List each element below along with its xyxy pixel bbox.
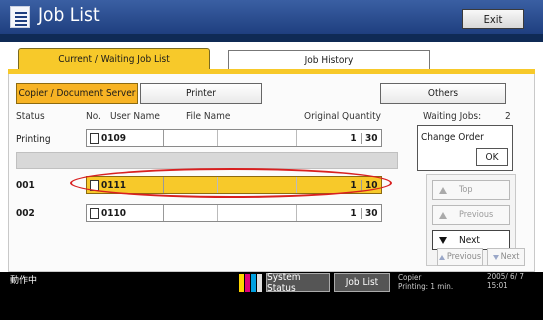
printing-time-text: Printing: 1 min. bbox=[398, 282, 454, 291]
filter-others-button[interactable]: Others bbox=[380, 83, 506, 104]
arrow-down-icon bbox=[439, 236, 447, 244]
toner-level-icon bbox=[239, 274, 262, 292]
column-header-status: Status bbox=[16, 111, 45, 122]
waiting-jobs-label: Waiting Jobs: bbox=[423, 111, 482, 122]
header-divider bbox=[0, 34, 543, 42]
previous-button[interactable]: Previous bbox=[432, 205, 510, 225]
job-number: 0110 bbox=[101, 207, 127, 219]
mode-text: Copier bbox=[398, 273, 422, 282]
document-icon bbox=[90, 207, 99, 219]
user-cell bbox=[164, 205, 218, 221]
top-button-label: Top bbox=[459, 185, 473, 195]
system-status-button[interactable]: System Status bbox=[266, 272, 330, 294]
printing-user-cell bbox=[164, 130, 218, 146]
document-icon bbox=[90, 132, 99, 144]
job-list-button[interactable]: Job List bbox=[334, 273, 390, 292]
printing-job-row: 0109 1 30 bbox=[86, 129, 382, 147]
next-button[interactable]: Next bbox=[432, 230, 510, 250]
printing-status-label: Printing bbox=[16, 134, 51, 145]
machine-status-text: 動作中 bbox=[10, 276, 38, 286]
page-previous-button[interactable]: Previous bbox=[437, 248, 483, 266]
page-previous-label: Previous bbox=[446, 252, 482, 262]
tab-job-history[interactable]: Job History bbox=[228, 50, 430, 69]
separator-bar bbox=[16, 152, 398, 169]
date-text: 2005/ 6/ 7 bbox=[487, 272, 524, 281]
job-originals: 1 bbox=[350, 207, 357, 219]
printing-quantity: 30 bbox=[365, 132, 378, 144]
waiting-jobs-count: 2 bbox=[505, 111, 511, 122]
job-row[interactable]: 0110 1 30 bbox=[86, 204, 382, 222]
job-quantity: 30 bbox=[365, 207, 378, 219]
tab-current-waiting-job-list[interactable]: Current / Waiting Job List bbox=[18, 48, 210, 69]
page-title: Job List bbox=[38, 4, 100, 26]
previous-button-label: Previous bbox=[459, 210, 494, 220]
column-header-original-quantity: Original Quantity bbox=[304, 111, 381, 122]
time-text: 15:01 bbox=[487, 281, 508, 290]
arrow-up-icon bbox=[439, 186, 447, 194]
printing-file-cell bbox=[218, 130, 297, 146]
job-order-002: 002 bbox=[16, 208, 35, 219]
arrow-down-icon bbox=[492, 254, 499, 260]
file-cell bbox=[218, 205, 297, 221]
exit-button[interactable]: Exit bbox=[462, 9, 524, 29]
filter-copier-document-server-button[interactable]: Copier / Document Server bbox=[16, 83, 138, 104]
column-header-no: No. bbox=[86, 111, 101, 122]
top-button[interactable]: Top bbox=[432, 180, 510, 200]
arrow-up-icon bbox=[439, 211, 447, 219]
change-order-label: Change Order bbox=[421, 132, 484, 143]
column-header-user-name: User Name bbox=[110, 111, 160, 122]
page-next-button[interactable]: Next bbox=[487, 248, 525, 266]
filter-printer-button[interactable]: Printer bbox=[140, 83, 262, 104]
arrow-up-icon bbox=[438, 254, 445, 260]
page-next-label: Next bbox=[500, 252, 520, 262]
job-order-001: 001 bbox=[16, 180, 35, 191]
ok-button[interactable]: OK bbox=[476, 148, 508, 166]
job-list-icon bbox=[10, 6, 30, 28]
next-button-label: Next bbox=[459, 234, 480, 246]
selection-highlight-ellipse bbox=[70, 168, 392, 198]
printing-job-number: 0109 bbox=[101, 132, 127, 144]
column-header-file-name: File Name bbox=[186, 111, 231, 122]
printing-originals: 1 bbox=[350, 132, 357, 144]
